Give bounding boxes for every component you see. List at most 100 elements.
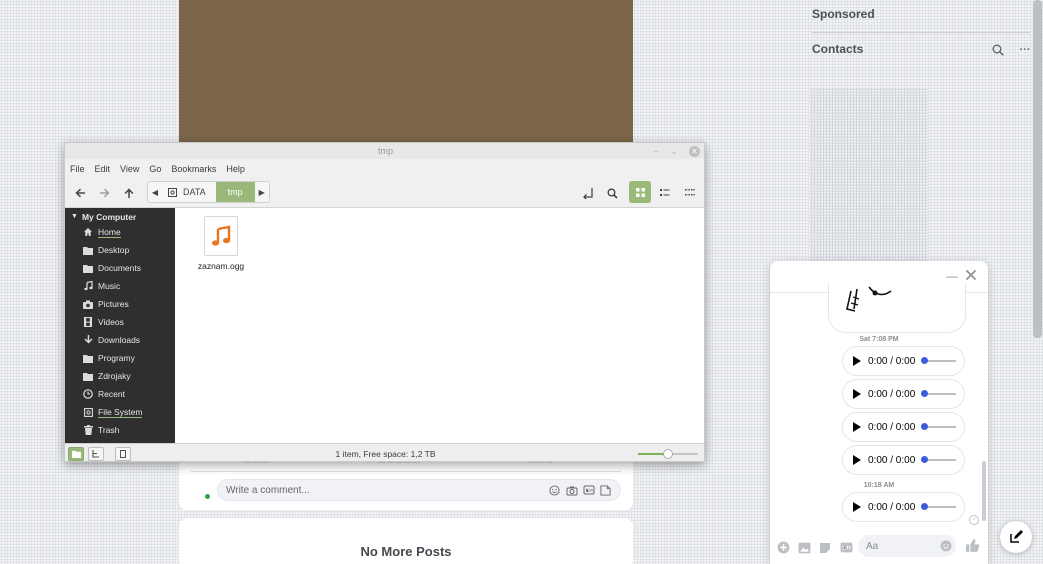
- menu-view[interactable]: View: [120, 164, 139, 174]
- window-close-icon[interactable]: ✕: [689, 146, 700, 157]
- sticker-message[interactable]: [828, 283, 966, 333]
- play-icon[interactable]: [853, 389, 861, 399]
- plus-icon[interactable]: [776, 541, 790, 555]
- page-scrollbar[interactable]: [1033, 0, 1042, 338]
- sidebar-item-trash[interactable]: Trash: [65, 421, 175, 439]
- sidebar-item-programy[interactable]: Programy: [65, 349, 175, 367]
- no-more-posts-label: No More Posts: [360, 544, 452, 559]
- sidebar-header[interactable]: ▼ My Computer: [65, 210, 175, 223]
- folder-icon: [83, 263, 93, 273]
- audio-message[interactable]: 0:00 / 0:00: [842, 445, 965, 475]
- breadcrumb-left-icon[interactable]: ◀: [148, 182, 162, 202]
- up-icon[interactable]: [121, 185, 137, 201]
- chat-scrollbar[interactable]: [982, 461, 986, 521]
- menu-edit[interactable]: Edit: [95, 164, 111, 174]
- window-minimize-icon[interactable]: –: [651, 146, 661, 156]
- audio-progress-knob[interactable]: [921, 456, 929, 463]
- audio-time: 0:00 / 0:00: [868, 355, 916, 367]
- sticker-icon[interactable]: [818, 541, 832, 555]
- contacts-more-icon[interactable]: ···: [1018, 43, 1032, 57]
- play-icon[interactable]: [853, 422, 861, 432]
- window-maximize-icon[interactable]: ⌄: [669, 146, 679, 156]
- open-terminal-icon[interactable]: [580, 185, 596, 201]
- menu-go[interactable]: Go: [149, 164, 161, 174]
- menu-file[interactable]: File: [70, 164, 85, 174]
- expand-arrow-icon[interactable]: ▼: [71, 213, 78, 220]
- sidebar-item-zdrojaky[interactable]: Zdrojaky: [65, 367, 175, 385]
- comment-input[interactable]: [226, 484, 544, 496]
- gif-icon[interactable]: [582, 484, 595, 497]
- back-icon[interactable]: [72, 185, 88, 201]
- audio-message[interactable]: 0:00 / 0:00: [842, 346, 965, 376]
- file-view[interactable]: zaznam.ogg: [175, 208, 704, 443]
- audio-message[interactable]: 0:00 / 0:00: [842, 492, 965, 522]
- download-icon: [83, 335, 93, 345]
- audio-progress-knob[interactable]: [921, 357, 929, 364]
- audio-progress-track[interactable]: [921, 503, 956, 510]
- audio-progress-knob[interactable]: [921, 390, 929, 397]
- zoom-slider-knob[interactable]: [663, 449, 673, 459]
- window-titlebar[interactable]: tmp: [65, 143, 704, 159]
- sidebar-item-videos[interactable]: Videos: [65, 313, 175, 331]
- sidebar-item-pictures[interactable]: Pictures: [65, 295, 175, 313]
- hide-sidebar-icon[interactable]: [115, 447, 131, 461]
- forward-icon[interactable]: [96, 185, 112, 201]
- audio-progress-track[interactable]: [921, 423, 956, 430]
- sidebar-item-documents[interactable]: Documents: [65, 259, 175, 277]
- comment-box[interactable]: [217, 479, 621, 501]
- right-column-separator: [812, 32, 1030, 33]
- show-tree-icon[interactable]: [88, 447, 104, 461]
- audio-message[interactable]: 0:00 / 0:00: [842, 379, 965, 409]
- audio-progress-knob[interactable]: [921, 423, 929, 430]
- new-message-button[interactable]: [1000, 521, 1032, 553]
- menu-bookmarks[interactable]: Bookmarks: [171, 164, 216, 174]
- contacts-heading: Contacts: [812, 42, 864, 56]
- search-icon[interactable]: [604, 185, 620, 201]
- audio-progress-track[interactable]: [921, 456, 956, 463]
- toolbar: ◀ DATA tmp ▶: [65, 178, 704, 208]
- contacts-search-icon[interactable]: [991, 43, 1005, 57]
- breadcrumb-data[interactable]: DATA: [162, 182, 216, 202]
- close-icon[interactable]: [965, 269, 979, 283]
- audio-time: 0:00 / 0:00: [868, 454, 916, 466]
- emoji-icon[interactable]: [940, 540, 952, 552]
- file-item[interactable]: zaznam.ogg: [195, 216, 247, 271]
- drive-icon: [168, 187, 177, 197]
- minimize-icon[interactable]: —: [946, 269, 958, 283]
- music-note-icon: [204, 216, 238, 256]
- camera-icon[interactable]: [565, 484, 578, 497]
- compact-view-icon[interactable]: [679, 181, 701, 203]
- audio-progress-track[interactable]: [921, 357, 956, 364]
- sidebar-item-downloads[interactable]: Downloads: [65, 331, 175, 349]
- sidebar-item-label: File System: [98, 406, 143, 418]
- timestamp-saturday: Sat 7:08 PM: [859, 336, 899, 343]
- sidebar-item-music[interactable]: Music: [65, 277, 175, 295]
- contacts-list[interactable]: [810, 88, 928, 268]
- play-icon[interactable]: [853, 455, 861, 465]
- emoji-icon[interactable]: [548, 484, 561, 497]
- image-icon[interactable]: [797, 541, 811, 555]
- sidebar-item-file-system[interactable]: File System: [65, 403, 175, 421]
- post-photo[interactable]: [179, 0, 633, 148]
- show-places-icon[interactable]: [68, 447, 84, 461]
- sticker-icon[interactable]: [599, 484, 612, 497]
- play-icon[interactable]: [853, 502, 861, 512]
- play-icon[interactable]: [853, 356, 861, 366]
- audio-progress-track[interactable]: [921, 390, 956, 397]
- menu-help[interactable]: Help: [226, 164, 245, 174]
- sidebar-item-recent[interactable]: Recent: [65, 385, 175, 403]
- timestamp-morning: 10:18 AM: [863, 482, 895, 489]
- breadcrumb-right-icon[interactable]: ▶: [254, 182, 269, 202]
- list-view-icon[interactable]: [654, 181, 676, 203]
- breadcrumb-tmp[interactable]: tmp: [215, 182, 255, 202]
- thumbs-up-icon[interactable]: [965, 538, 981, 554]
- audio-time: 0:00 / 0:00: [868, 388, 916, 400]
- icon-view-icon[interactable]: [629, 181, 651, 203]
- sidebar-item-home[interactable]: Home: [65, 223, 175, 241]
- sidebar-item-desktop[interactable]: Desktop: [65, 241, 175, 259]
- audio-message[interactable]: 0:00 / 0:00: [842, 412, 965, 442]
- status-bar: 1 item, Free space: 1,2 TB: [65, 443, 704, 461]
- zoom-slider[interactable]: [638, 449, 698, 459]
- audio-progress-knob[interactable]: [921, 503, 929, 510]
- gif-icon[interactable]: [839, 541, 853, 555]
